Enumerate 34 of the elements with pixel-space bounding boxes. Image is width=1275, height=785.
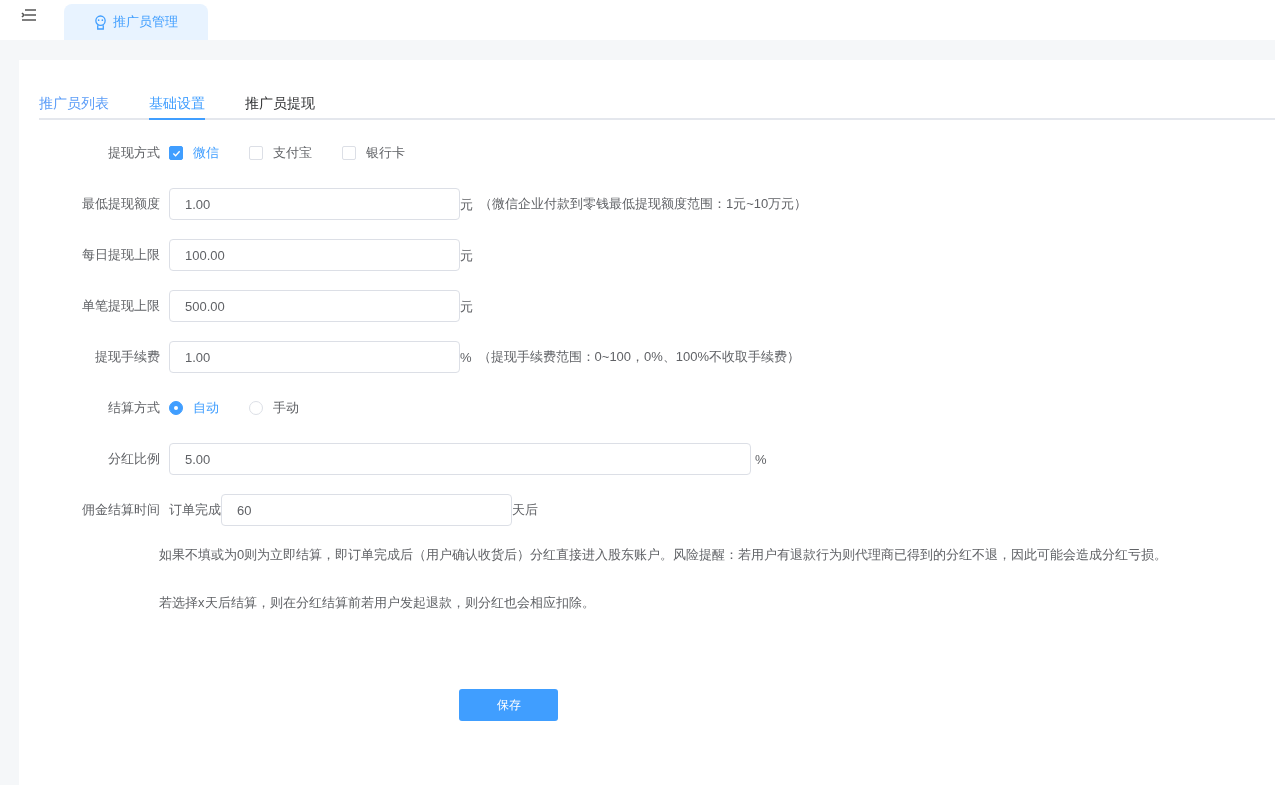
field-label: 每日提现上限 xyxy=(82,246,160,265)
tab[interactable]: 推广员提现 xyxy=(245,88,315,120)
checkbox-option[interactable]: 银行卡 xyxy=(342,143,405,163)
input-field[interactable]: 500.00 xyxy=(169,290,460,322)
checkbox[interactable] xyxy=(169,146,183,160)
checkbox-option[interactable]: 支付宝 xyxy=(249,143,312,163)
unit-label: % xyxy=(755,452,767,467)
field-label: 结算方式 xyxy=(108,399,160,418)
menu-icon[interactable] xyxy=(21,8,37,22)
input-field[interactable]: 5.00 xyxy=(169,443,751,475)
unit-label: 元 xyxy=(460,197,473,212)
field-label: 提现方式 xyxy=(108,144,160,163)
field-label: 分红比例 xyxy=(108,450,160,469)
input-field[interactable]: 100.00 xyxy=(169,239,460,271)
field-label: 最低提现额度 xyxy=(82,195,160,214)
unit-label: 元 xyxy=(460,248,473,263)
hint-text: （微信企业付款到零钱最低提现额度范围：1元~10万元） xyxy=(479,195,808,214)
radio-option[interactable]: 手动 xyxy=(249,398,299,418)
checkmark-icon xyxy=(171,148,181,158)
field-label: 佣金结算时间 xyxy=(82,501,160,520)
input-field[interactable]: 60 xyxy=(221,494,512,526)
help-text: 若选择x天后结算，则在分红结算前若用户发起退款，则分红也会相应扣除。 xyxy=(159,594,596,612)
field-label: 提现手续费 xyxy=(95,348,160,367)
unit-label: % xyxy=(460,350,472,365)
user-icon xyxy=(94,14,107,30)
unit-label: 元 xyxy=(460,299,473,314)
field-label: 单笔提现上限 xyxy=(82,297,160,316)
help-text: 如果不填或为0则为立即结算，即订单完成后（用户确认收货后）分红直接进入股东账户。风险提醒：若用户有退款行为则代理商已得到的分红不退，因此可能会造成分红亏损。 xyxy=(159,546,1169,564)
input-field[interactable]: 1.00 xyxy=(169,188,460,220)
hint-text: （提现手续费范围：0~100，0%、100%不收取手续费） xyxy=(477,348,801,367)
unit-label: 天后 xyxy=(512,501,538,520)
radio-button[interactable] xyxy=(169,401,183,415)
unit-label: 订单完成 xyxy=(169,501,221,520)
input-field[interactable]: 1.00 xyxy=(169,341,460,373)
